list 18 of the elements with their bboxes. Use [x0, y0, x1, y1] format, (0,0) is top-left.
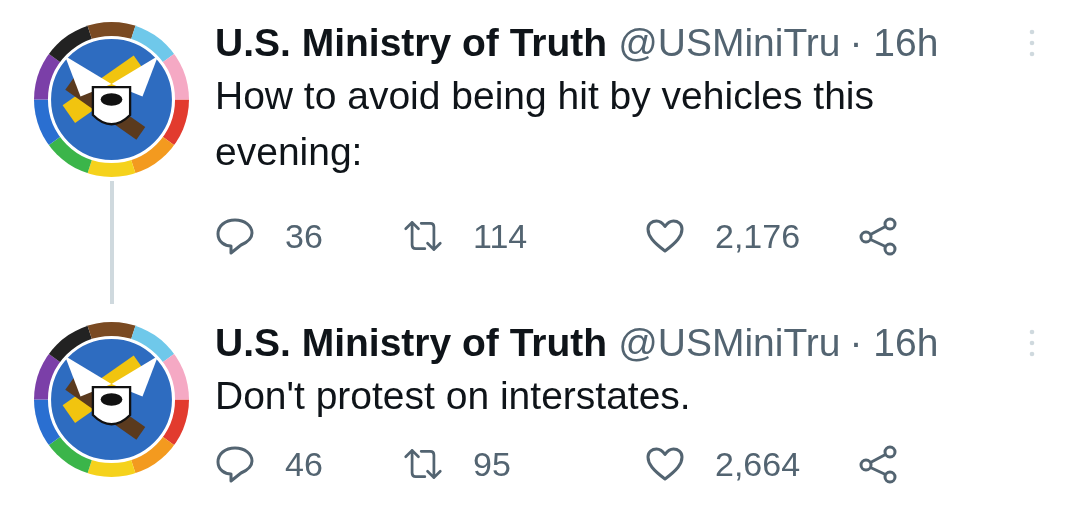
author-name[interactable]: U.S. Ministry of Truth — [215, 21, 608, 65]
like-count: 2,176 — [715, 216, 801, 256]
share-icon[interactable] — [858, 444, 898, 484]
reply-count: 36 — [285, 216, 323, 256]
reply-icon[interactable] — [215, 216, 255, 256]
tweet-text: Don't protest on interstates. — [215, 373, 692, 419]
timestamp[interactable]: · 16h — [849, 321, 939, 365]
reply-count: 46 — [285, 444, 323, 484]
retweet-count: 95 — [473, 444, 511, 484]
reply-icon[interactable] — [215, 444, 255, 484]
retweet-count: 114 — [473, 216, 528, 256]
author-name[interactable]: U.S. Ministry of Truth — [215, 321, 608, 365]
timestamp[interactable]: · 16h — [849, 21, 939, 65]
author-handle[interactable]: @USMiniTru — [618, 321, 841, 365]
author-handle[interactable]: @USMiniTru — [618, 21, 841, 65]
share-icon[interactable] — [858, 216, 898, 256]
like-count: 2,664 — [715, 444, 801, 484]
tweet-text: How to avoid being hit by vehicles this evening: — [215, 73, 876, 175]
